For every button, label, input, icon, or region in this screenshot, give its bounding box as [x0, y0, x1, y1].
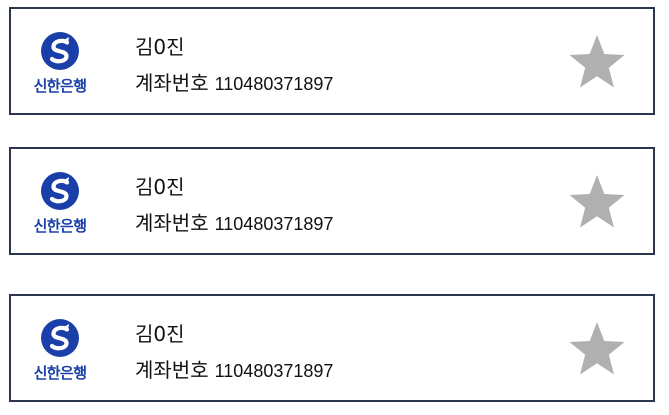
bank-logo: 신한은행	[25, 165, 95, 239]
shinhan-logo-icon	[41, 32, 79, 70]
account-info: 계좌번호 110480371897	[135, 207, 333, 236]
account-number: 110480371897	[214, 361, 334, 381]
account-holder-name: 김0진	[135, 35, 185, 59]
bank-name: 신한은행	[33, 364, 87, 382]
star-icon[interactable]	[566, 320, 628, 380]
star-icon[interactable]	[566, 173, 628, 233]
account-info: 계좌번호 110480371897	[135, 67, 333, 96]
shinhan-logo-icon	[41, 172, 79, 210]
account-number: 110480371897	[214, 74, 334, 94]
account-card[interactable]: 신한은행 김0진 계좌번호 110480371897	[9, 7, 655, 115]
account-number: 110480371897	[214, 214, 334, 234]
account-number-label: 계좌번호	[135, 358, 209, 382]
bank-logo: 신한은행	[25, 312, 95, 386]
account-holder-name: 김0진	[135, 322, 185, 346]
bank-logo: 신한은행	[25, 25, 95, 99]
account-holder-name: 김0진	[135, 175, 185, 199]
bank-name: 신한은행	[33, 217, 87, 235]
account-number-label: 계좌번호	[135, 211, 209, 235]
account-number-label: 계좌번호	[135, 71, 209, 95]
account-card[interactable]: 신한은행 김0진 계좌번호 110480371897	[9, 294, 655, 402]
star-icon[interactable]	[566, 33, 628, 93]
account-info: 계좌번호 110480371897	[135, 354, 333, 383]
bank-name: 신한은행	[33, 77, 87, 95]
shinhan-logo-icon	[41, 319, 79, 357]
account-card[interactable]: 신한은행 김0진 계좌번호 110480371897	[9, 147, 655, 255]
